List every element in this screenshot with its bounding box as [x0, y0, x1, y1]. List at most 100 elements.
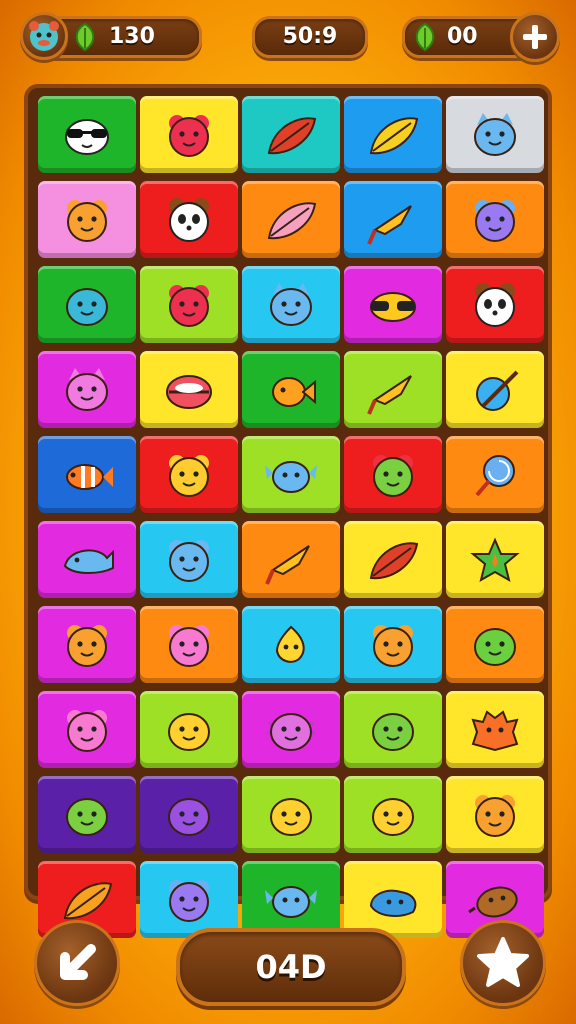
avatar-face-icon	[29, 21, 59, 51]
timer-value: 50:9	[282, 24, 338, 49]
red-clam-icon	[166, 374, 212, 409]
tile-teal-face[interactable]	[38, 266, 136, 343]
plus-icon	[523, 25, 547, 49]
orange-leaf-icon	[63, 881, 113, 919]
orange-blob-icon	[471, 709, 519, 751]
tile-yellow-drop[interactable]	[242, 606, 340, 683]
tile-panda-sunglasses[interactable]	[38, 96, 136, 173]
tile-blue-fish[interactable]	[242, 436, 340, 513]
green-face-icon	[372, 712, 414, 751]
coins-value: 00	[447, 24, 478, 49]
orange-bear-icon	[67, 199, 107, 242]
tile-purple-bear[interactable]	[140, 861, 238, 938]
back-button[interactable]	[34, 920, 120, 1006]
add-coins-button[interactable]	[510, 12, 560, 62]
pink-cat-icon	[66, 367, 108, 411]
timer-pill: 50:9	[252, 16, 368, 58]
tile-blue-blob[interactable]	[344, 861, 442, 938]
tile-red-leaf[interactable]	[344, 521, 442, 598]
tile-red-bear[interactable]	[140, 266, 238, 343]
purple-bear-icon	[475, 199, 515, 242]
tile-orange-blob[interactable]	[446, 691, 544, 768]
brown-potato-icon	[468, 886, 518, 917]
tile-pink-leaf[interactable]	[242, 181, 340, 258]
blue-ball-icon	[476, 370, 519, 411]
yellow-bear-icon	[169, 454, 209, 497]
tile-pink-bear[interactable]	[140, 606, 238, 683]
score-display[interactable]: 04D	[176, 928, 406, 1006]
tile-yellow-sunglasses[interactable]	[344, 266, 442, 343]
tile-pink-axolotl[interactable]	[242, 691, 340, 768]
panda-sunglasses-icon	[65, 118, 109, 155]
orange-fish-icon	[272, 376, 316, 407]
tile-blue-cat[interactable]	[242, 266, 340, 343]
pink-axolotl-icon	[266, 712, 316, 751]
tile-yellow-face[interactable]	[140, 691, 238, 768]
tile-orange-fish[interactable]	[242, 351, 340, 428]
green-star-icon	[470, 536, 520, 582]
tile-green-face[interactable]	[344, 691, 442, 768]
tile-green-face[interactable]	[38, 776, 136, 853]
game-board	[24, 84, 552, 938]
leaf-icon	[411, 22, 439, 64]
tile-green-star[interactable]	[446, 521, 544, 598]
tile-blue-bear[interactable]	[140, 521, 238, 598]
tile-red-leaf[interactable]	[242, 96, 340, 173]
tile-panda-face[interactable]	[140, 181, 238, 258]
tile-orange-bear[interactable]	[38, 181, 136, 258]
tile-yellow-bear[interactable]	[140, 436, 238, 513]
tile-yellow-face[interactable]	[242, 776, 340, 853]
tile-kite[interactable]	[242, 521, 340, 598]
yellow-leaf-icon	[369, 116, 419, 154]
tile-blue-cat[interactable]	[446, 96, 544, 173]
tile-green-bear[interactable]	[344, 436, 442, 513]
tile-orange-bear[interactable]	[446, 776, 544, 853]
panda-face-icon	[475, 282, 515, 327]
teal-face-icon	[66, 287, 108, 326]
green-bear-icon	[373, 454, 413, 497]
green-face-icon	[66, 797, 108, 836]
yellow-face-icon	[168, 712, 210, 751]
tile-lollipop[interactable]	[446, 436, 544, 513]
tile-grid	[38, 96, 544, 938]
tile-blue-fish[interactable]	[242, 861, 340, 938]
blue-fish-icon	[265, 460, 317, 493]
lollipop-icon	[475, 454, 515, 496]
tile-orange-bear[interactable]	[38, 606, 136, 683]
clownfish-icon	[66, 463, 113, 490]
player-avatar[interactable]	[20, 12, 68, 60]
tile-purple-bear[interactable]	[446, 181, 544, 258]
blue-bear-icon	[169, 539, 209, 582]
star-icon	[477, 937, 529, 987]
yellow-face-icon	[372, 797, 414, 836]
tile-green-blob[interactable]	[446, 606, 544, 683]
tile-orange-bear[interactable]	[344, 606, 442, 683]
orange-bear-icon	[373, 624, 413, 667]
tile-kite[interactable]	[344, 181, 442, 258]
tile-kite[interactable]	[344, 351, 442, 428]
tile-red-bear[interactable]	[140, 96, 238, 173]
pink-leaf-icon	[267, 201, 317, 239]
tile-red-clam[interactable]	[140, 351, 238, 428]
tile-pink-cat[interactable]	[38, 351, 136, 428]
tile-pink-bear[interactable]	[38, 691, 136, 768]
tile-blue-whale[interactable]	[38, 521, 136, 598]
kite-icon	[265, 544, 310, 585]
pink-bear-icon	[67, 709, 107, 752]
blue-cat-icon	[270, 282, 312, 326]
back-arrow-icon	[60, 944, 96, 980]
kite-icon	[367, 374, 412, 415]
tile-blue-ball[interactable]	[446, 351, 544, 428]
tile-panda-face[interactable]	[446, 266, 544, 343]
favorite-button[interactable]	[460, 920, 546, 1006]
purple-bear-icon	[169, 879, 209, 922]
green-blob-icon	[474, 627, 516, 666]
pink-bear-icon	[169, 624, 209, 667]
tile-yellow-face[interactable]	[344, 776, 442, 853]
yellow-sunglasses-icon	[370, 291, 416, 322]
tile-purple-face[interactable]	[140, 776, 238, 853]
purple-face-icon	[168, 797, 210, 836]
tile-yellow-leaf[interactable]	[344, 96, 442, 173]
tile-clownfish[interactable]	[38, 436, 136, 513]
leaf-icon	[71, 22, 99, 64]
